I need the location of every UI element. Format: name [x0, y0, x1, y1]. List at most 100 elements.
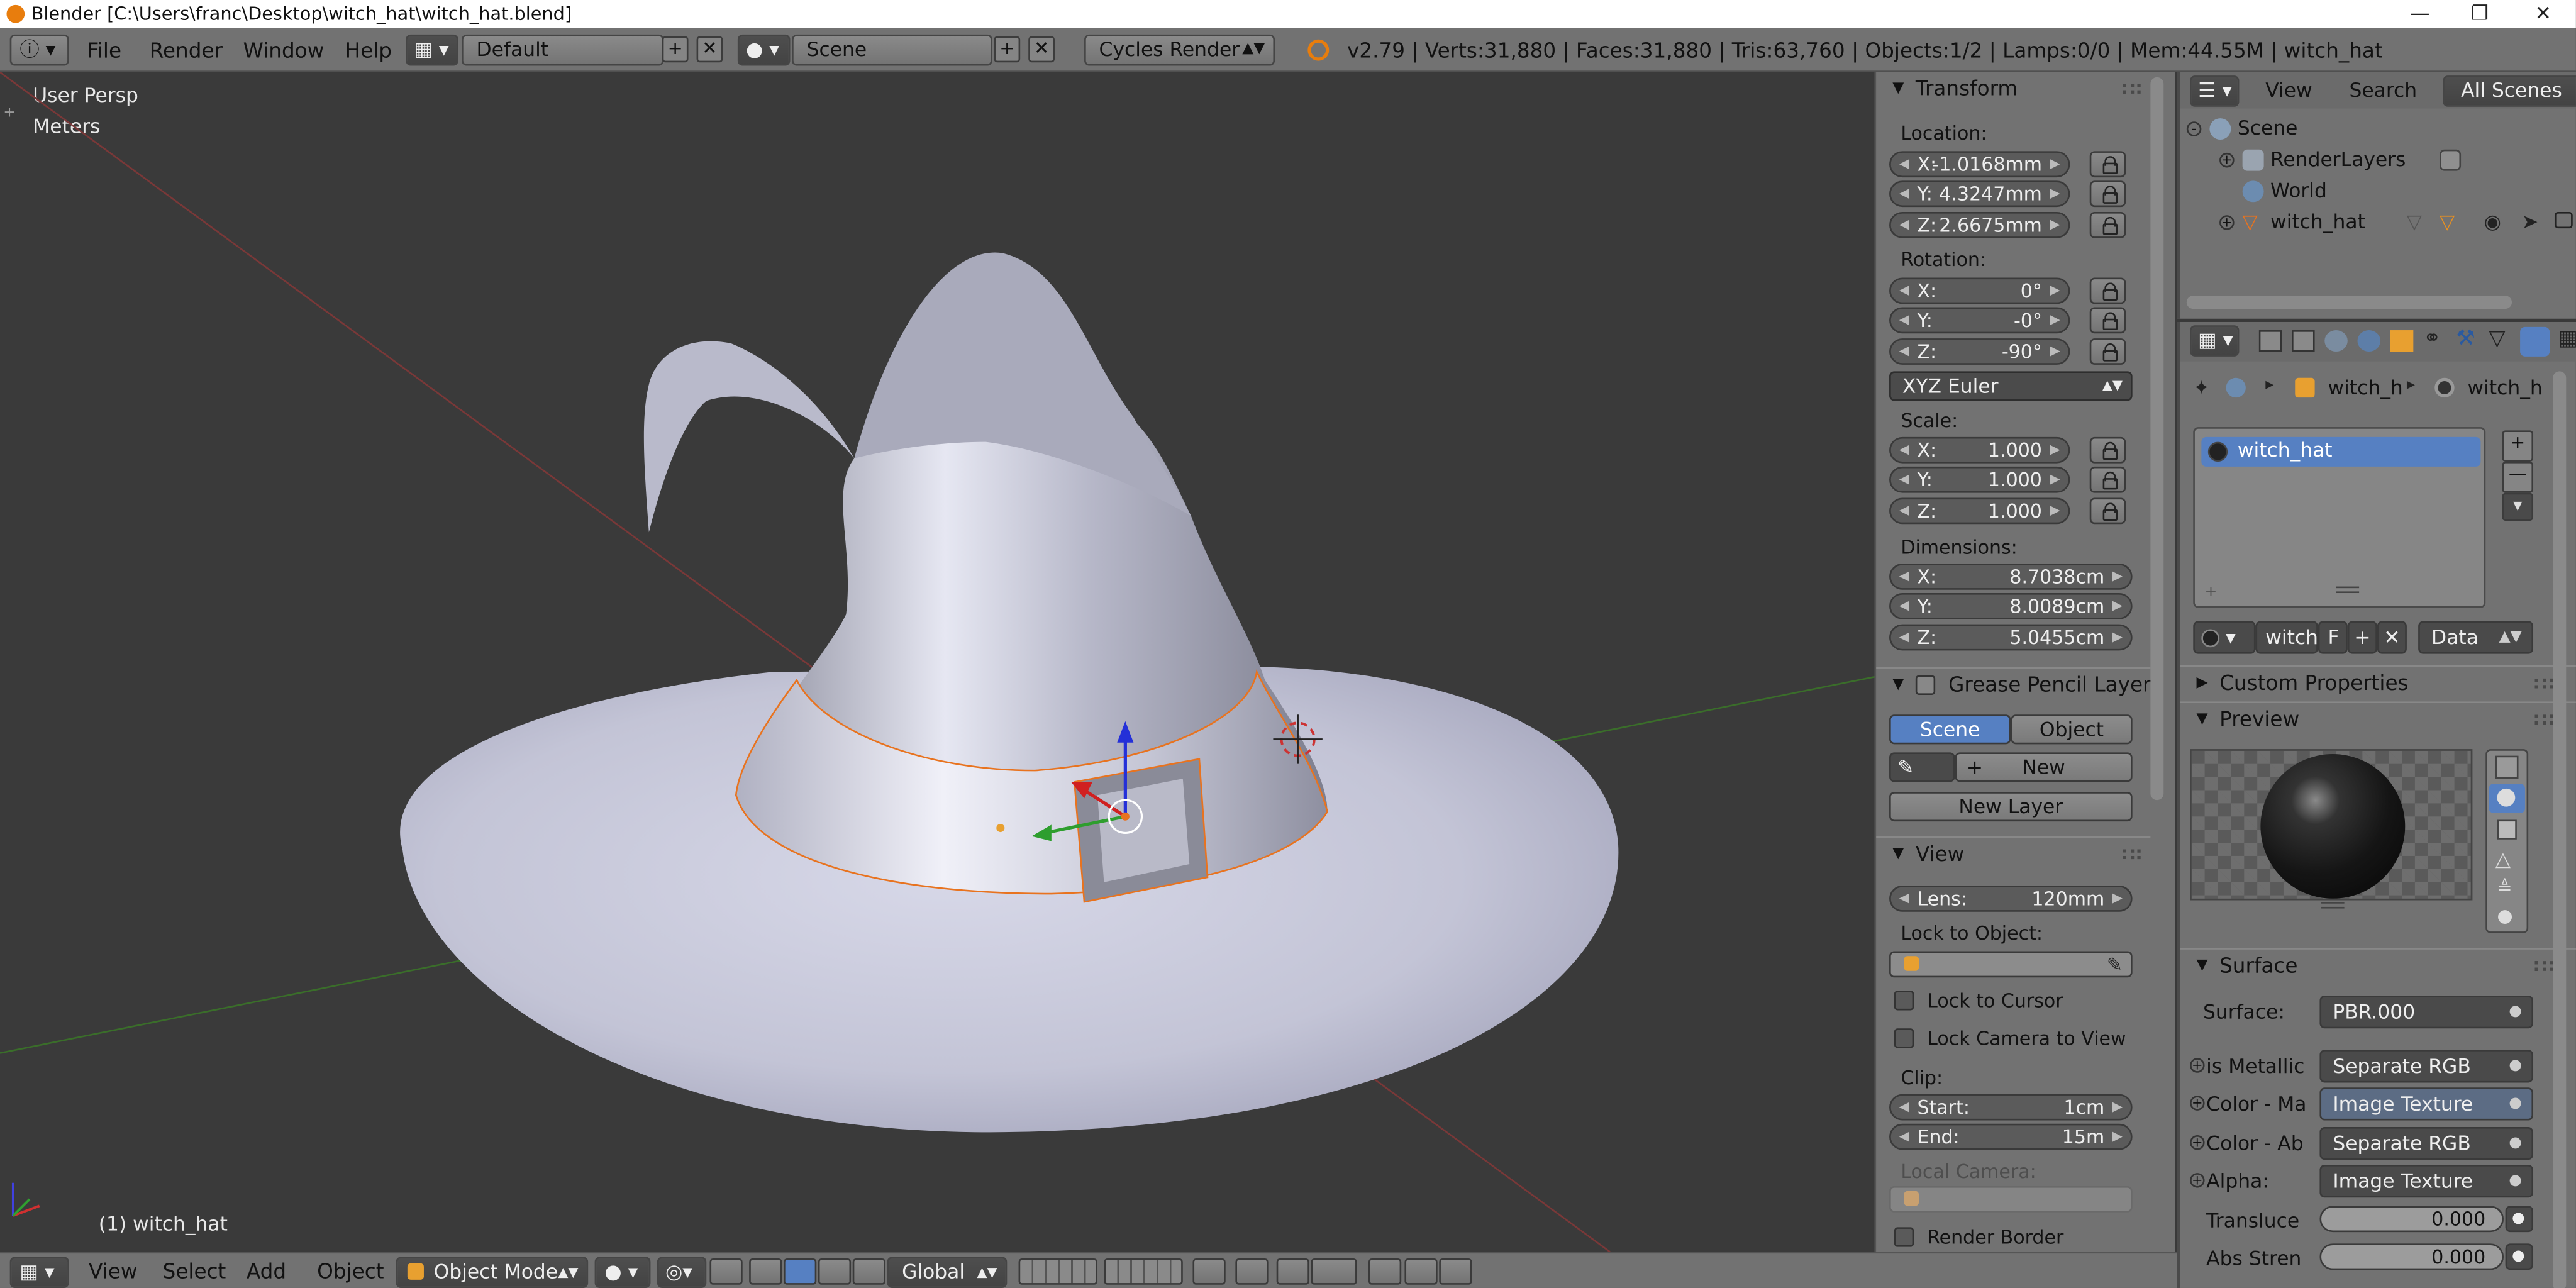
socket-expand-icon[interactable]: +	[2190, 1135, 2205, 1150]
location-z-field[interactable]: ◀ Z: 2.6675mm ▶	[1889, 211, 2070, 238]
socket-expand-icon[interactable]: +	[2190, 1096, 2205, 1111]
interaction-mode-dropdown[interactable]: Object Mode ▲▼	[396, 1257, 589, 1288]
3d-view-editor-type-icon[interactable]: ▦ ▾	[9, 1257, 69, 1288]
outliner-row-scene[interactable]: - Scene	[2180, 115, 2576, 145]
modifiers-tab-icon[interactable]: ⚒	[2456, 327, 2475, 352]
manipulator-extra-icon[interactable]	[852, 1258, 886, 1285]
render-animation-icon[interactable]	[1404, 1258, 1438, 1285]
material-link-dropdown[interactable]: Data ▲▼	[2418, 621, 2534, 654]
new-layer-button[interactable]: New Layer	[1889, 792, 2133, 822]
drag-grip-icon[interactable]	[2122, 849, 2141, 860]
add-layout-icon[interactable]: +	[662, 36, 689, 63]
translate-manipulator-icon[interactable]	[749, 1258, 782, 1285]
new-grease-pencil-button[interactable]: + New	[1955, 752, 2133, 782]
scale-y-field[interactable]: ◀ Y: 1.000 ▶	[1889, 466, 2070, 493]
menu-render[interactable]: Render	[150, 28, 223, 72]
lock-scale-x-icon[interactable]	[2089, 436, 2126, 464]
lens-field[interactable]: ◀ Lens: 120mm ▶	[1889, 885, 2133, 912]
add-material-slot-icon[interactable]: +	[2502, 430, 2534, 462]
list-resize-grip-icon[interactable]	[2336, 586, 2360, 594]
socket-expand-icon[interactable]: +	[2190, 1058, 2205, 1073]
outliner-row-witch-hat[interactable]: + ▽ witch_hat ▽ ▽ ◉ ➤	[2180, 209, 2576, 238]
preview-resize-grip-icon[interactable]	[2321, 902, 2345, 909]
rotation-mode-dropdown[interactable]: XYZ Euler ▲▼	[1889, 371, 2133, 401]
rotation-y-field[interactable]: ◀ Y: -0° ▶	[1889, 307, 2070, 334]
alpha-input-dropdown[interactable]: Image Texture ●	[2319, 1165, 2534, 1198]
dimensions-z-field[interactable]: ◀ Z: 5.0455cm ▶	[1889, 624, 2133, 651]
is-metallic-input-dropdown[interactable]: Separate RGB ●	[2319, 1050, 2534, 1083]
drag-grip-icon[interactable]	[2534, 714, 2553, 724]
render-tab-icon[interactable]	[2258, 330, 2282, 352]
scene-tab-icon[interactable]	[2324, 330, 2348, 352]
screen-layout-icon[interactable]: ▦ ▾	[406, 34, 458, 66]
texture-tab-icon[interactable]: ▦	[2558, 327, 2576, 352]
pin-icon[interactable]: ✦	[2193, 376, 2209, 399]
lock-rotation-y-icon[interactable]	[2089, 307, 2126, 334]
viewport-shading-dropdown[interactable]: ● ▾	[594, 1257, 651, 1288]
transform-orientation-dropdown[interactable]: Global ▲▼	[887, 1257, 1008, 1288]
preview-hair-icon[interactable]: ≜	[2497, 877, 2512, 899]
snap-element-icon[interactable]	[1311, 1258, 1357, 1285]
collapse-icon[interactable]: -	[2186, 121, 2202, 136]
proportional-edit-icon[interactable]	[1235, 1258, 1269, 1285]
pivot-point-dropdown[interactable]: ◎▾	[657, 1257, 707, 1288]
clip-end-field[interactable]: ◀ End: 15m ▶	[1889, 1123, 2133, 1150]
breadcrumb-object[interactable]: witch_h	[2328, 376, 2402, 399]
3d-viewport[interactable]: + User Persp Meters (1) witch_hat	[0, 72, 1875, 1252]
scale-manipulator-icon[interactable]	[818, 1258, 852, 1285]
lock-to-object-field[interactable]: ✎	[1889, 951, 2133, 978]
rotation-z-field[interactable]: ◀ Z: -90° ▶	[1889, 338, 2070, 365]
color-albedo-input-dropdown[interactable]: Separate RGB ●	[2319, 1126, 2534, 1160]
material-slot-row[interactable]: witch_hat	[2201, 436, 2481, 467]
outliner-row-world[interactable]: World	[2180, 177, 2576, 207]
maximize-icon[interactable]: ❐	[2471, 0, 2489, 28]
lock-rotation-x-icon[interactable]	[2089, 277, 2126, 304]
dimensions-x-field[interactable]: ◀ X: 8.7038cm ▶	[1889, 563, 2133, 590]
location-y-field[interactable]: ◀ Y: 4.3247mm ▶	[1889, 180, 2070, 208]
color-metallic-input-dropdown[interactable]: Image Texture ●	[2319, 1087, 2534, 1121]
material-browse-button[interactable]: ▾	[2193, 621, 2256, 654]
surface-shader-dropdown[interactable]: PBR.000 ●	[2319, 995, 2534, 1029]
layer-lock-icon[interactable]	[1192, 1258, 1226, 1285]
scale-x-field[interactable]: ◀ X: 1.000 ▶	[1889, 436, 2070, 464]
outliner-display-mode-dropdown[interactable]: All Scenes	[2443, 75, 2576, 107]
lock-location-x-icon[interactable]	[2089, 151, 2126, 178]
drag-grip-icon[interactable]	[2122, 84, 2141, 94]
add-scene-icon[interactable]: +	[994, 36, 1021, 63]
scene-layers-row2[interactable]	[1104, 1258, 1183, 1285]
socket-link-dot-icon[interactable]: ●	[2505, 1206, 2534, 1233]
render-layer-toggle-icon[interactable]	[2440, 149, 2462, 171]
grease-pencil-scene-tab[interactable]: Scene	[1889, 714, 2011, 745]
pencil-icon[interactable]: ✎	[1889, 752, 1955, 782]
lock-to-cursor-checkbox[interactable]	[1894, 991, 1914, 1011]
list-filter-icon[interactable]: +	[2205, 585, 2218, 601]
lock-camera-checkbox[interactable]	[1894, 1028, 1914, 1048]
grease-pencil-object-tab[interactable]: Object	[2011, 714, 2133, 745]
close-icon[interactable]: ✕	[2535, 0, 2551, 28]
clip-start-field[interactable]: ◀ Start: 1cm ▶	[1889, 1094, 2133, 1121]
scene-field[interactable]: Scene	[792, 34, 992, 66]
render-camera-icon[interactable]	[2554, 211, 2573, 229]
drag-grip-icon[interactable]	[2534, 678, 2553, 689]
grease-pencil-enable-checkbox[interactable]	[1915, 675, 1936, 695]
grease-pencil-panel-header[interactable]: ▼ Grease Pencil Layer	[1876, 667, 2151, 700]
socket-link-dot-icon[interactable]: ●	[2505, 1243, 2534, 1270]
location-x-field[interactable]: ◀ X: -1.0168mm ▶	[1889, 151, 2070, 178]
material-name-field[interactable]: witch	[2255, 621, 2318, 654]
preview-header[interactable]: ▼ Preview	[2180, 701, 2576, 734]
menu-file[interactable]: File	[87, 28, 121, 72]
material-tab-icon[interactable]	[2520, 326, 2550, 357]
menu-view[interactable]: View	[89, 1253, 138, 1288]
new-material-icon[interactable]: +	[2347, 621, 2377, 654]
remove-scene-icon[interactable]: ✕	[1028, 36, 1055, 63]
preview-monkey-icon[interactable]: △	[2496, 848, 2511, 871]
custom-properties-header[interactable]: ▶ Custom Properties	[2180, 665, 2576, 698]
menu-window[interactable]: Window	[243, 28, 325, 72]
expand-icon[interactable]: +	[2219, 152, 2235, 168]
render-border-checkbox[interactable]	[1894, 1227, 1914, 1247]
socket-expand-icon[interactable]: +	[2190, 1173, 2205, 1188]
render-layers-tab-icon[interactable]	[2292, 330, 2315, 352]
minimize-icon[interactable]: —	[2410, 0, 2429, 28]
lock-scale-z-icon[interactable]	[2089, 497, 2126, 525]
scene-layers-row1[interactable]	[1018, 1258, 1097, 1285]
